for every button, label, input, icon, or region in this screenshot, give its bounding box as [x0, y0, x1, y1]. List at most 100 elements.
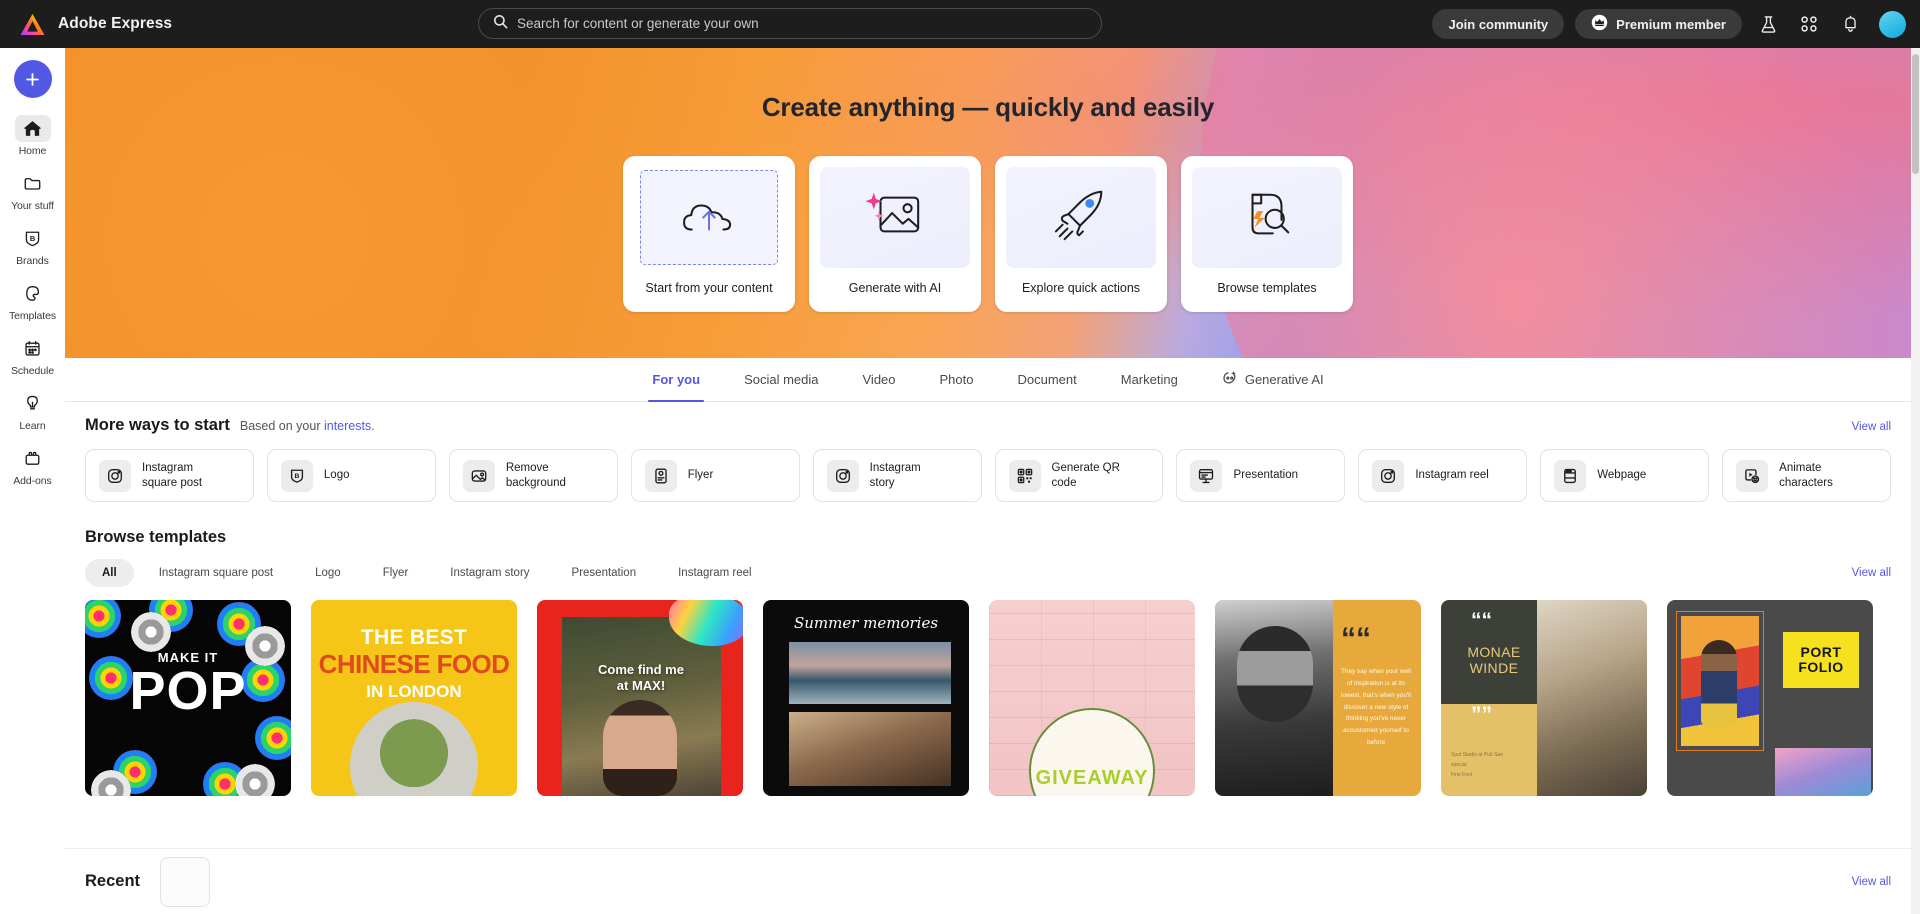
- search-input-placeholder[interactable]: Search for content or generate your own: [517, 16, 759, 31]
- chip-instagram-square-post[interactable]: Instagram square post: [85, 449, 254, 502]
- sidebar-item-learn[interactable]: Learn: [3, 386, 63, 441]
- template-card-giveaway[interactable]: ✦ GIVEAWAY: [989, 600, 1195, 796]
- template-caption: Come find me at MAX!: [598, 662, 684, 694]
- lightbulb-icon: [15, 390, 51, 417]
- filter-pill-presentation[interactable]: Presentation: [555, 559, 654, 587]
- template-quote: They say when your well of inspiration i…: [1341, 668, 1411, 747]
- presentation-icon: [1190, 459, 1223, 492]
- card-start-from-your-content[interactable]: Start from your content: [623, 156, 795, 312]
- sidebar-item-add-ons[interactable]: Add-ons: [3, 441, 63, 496]
- chip-flyer[interactable]: Flyer: [630, 449, 800, 502]
- recent-view-all[interactable]: View all: [1852, 876, 1891, 888]
- brand-shield-icon: B: [15, 225, 51, 252]
- sparkle-image-icon: [864, 187, 926, 248]
- tab-social-media[interactable]: Social media: [740, 358, 822, 402]
- sidebar-item-your-stuff[interactable]: Your stuff: [3, 166, 63, 221]
- quote-mark-close-icon: ””: [1471, 703, 1492, 726]
- template-filter-pills: All Instagram square post Logo Flyer Ins…: [65, 547, 1911, 587]
- filter-pill-instagram-story[interactable]: Instagram story: [433, 559, 546, 587]
- card-art: [1006, 167, 1156, 268]
- recent-section: Recent View all: [65, 848, 1911, 914]
- template-line-2: POP: [129, 661, 247, 721]
- person-art: [1237, 626, 1313, 722]
- chip-webpage[interactable]: Webpage: [1540, 449, 1710, 502]
- food-bowl-art: [350, 702, 478, 796]
- rocket-icon: [1051, 186, 1111, 249]
- chip-presentation[interactable]: Presentation: [1176, 449, 1346, 502]
- template-card-monae-winde[interactable]: ““ MONAE WINDE ”” Spot Studio at Pub San s…: [1441, 600, 1647, 796]
- chip-remove-background[interactable]: Remove background: [448, 449, 618, 502]
- chip-instagram-story[interactable]: Instagram story: [812, 449, 982, 502]
- page-scrollbar-thumb[interactable]: [1912, 54, 1919, 174]
- chip-instagram-reel[interactable]: Instagram reel: [1358, 449, 1528, 502]
- bell-icon[interactable]: [1835, 9, 1865, 39]
- filter-pill-logo[interactable]: Logo: [298, 559, 358, 587]
- tab-document[interactable]: Document: [1014, 358, 1081, 402]
- brand-area[interactable]: Adobe Express: [20, 13, 172, 36]
- browse-templates-title: Browse templates: [85, 528, 227, 546]
- template-card-summer-memories[interactable]: Summer memories: [763, 600, 969, 796]
- template-small-text: Spot Studio at Pub San special Fine Font: [1451, 752, 1503, 778]
- quote-mark-icon: ““: [1341, 622, 1371, 655]
- chip-label: Remove background: [505, 462, 566, 489]
- more-ways-view-all[interactable]: View all: [1852, 421, 1891, 433]
- folder-icon: [15, 170, 51, 197]
- template-card-portfolio[interactable]: PORT FOLIO: [1667, 600, 1873, 796]
- filter-pill-flyer[interactable]: Flyer: [366, 559, 426, 587]
- chip-generate-qr-code[interactable]: Generate QR code: [994, 449, 1164, 502]
- tab-marketing[interactable]: Marketing: [1117, 358, 1182, 402]
- adobe-express-logo-icon: [20, 13, 45, 36]
- sidebar-item-your-stuff-label: Your stuff: [11, 200, 54, 212]
- card-art: [634, 167, 784, 268]
- instagram-icon: [1372, 459, 1405, 492]
- apps-grid-icon[interactable]: [1794, 9, 1824, 39]
- sidebar-item-templates[interactable]: Templates: [3, 276, 63, 331]
- global-search-bar[interactable]: Search for content or generate your own: [478, 8, 1102, 39]
- premium-member-button[interactable]: Premium member: [1575, 9, 1742, 39]
- cloud-upload-icon: [640, 170, 778, 265]
- beaker-icon[interactable]: [1753, 9, 1783, 39]
- card-explore-quick-actions[interactable]: Explore quick actions: [995, 156, 1167, 312]
- tab-generative-ai[interactable]: Generative AI: [1218, 358, 1328, 402]
- main-content: More ways to start Based on your interes…: [65, 402, 1911, 914]
- more-ways-chip-list: Instagram square post B Logo Remove backgr…: [65, 435, 1911, 502]
- template-card-inspiration-quote[interactable]: ““ They say when your well of inspiratio…: [1215, 600, 1421, 796]
- template-line-1: THE BEST: [360, 626, 468, 649]
- sidebar-item-add-ons-label: Add-ons: [13, 475, 52, 487]
- filter-pill-instagram-reel[interactable]: Instagram reel: [661, 559, 769, 587]
- tab-photo[interactable]: Photo: [936, 358, 978, 402]
- template-card-come-find-me-at-max[interactable]: Come find me at MAX!: [537, 600, 743, 796]
- join-community-button[interactable]: Join community: [1432, 9, 1565, 39]
- sidebar-item-schedule-label: Schedule: [11, 365, 54, 377]
- sidebar-item-home[interactable]: Home: [3, 111, 63, 166]
- dinner-photo-art: [789, 712, 951, 786]
- tab-for-you[interactable]: For you: [648, 358, 704, 402]
- animate-characters-icon: [1736, 459, 1769, 492]
- browse-templates-view-all[interactable]: View all: [1852, 567, 1891, 579]
- more-ways-subtitle-text: Based on your: [239, 419, 324, 433]
- page-scrollbar-track[interactable]: [1911, 48, 1920, 914]
- chip-logo[interactable]: B Logo: [266, 449, 436, 502]
- card-label: Generate with AI: [848, 281, 942, 295]
- recent-item-thumbnail[interactable]: [160, 856, 211, 907]
- card-browse-templates[interactable]: Browse templates: [1181, 156, 1353, 312]
- chip-animate-characters[interactable]: Animate characters: [1722, 449, 1892, 502]
- create-new-button[interactable]: [13, 60, 52, 98]
- card-generate-with-ai[interactable]: Generate with AI: [809, 156, 981, 312]
- template-card-chinese-food[interactable]: THE BEST CHINESE FOOD IN LONDON: [311, 600, 517, 796]
- brand-shield-icon: B: [280, 459, 313, 492]
- beach-photo-art: [789, 642, 951, 704]
- more-ways-subtitle: Based on your interests.: [240, 419, 375, 433]
- user-avatar[interactable]: [1879, 10, 1906, 38]
- interests-link[interactable]: interests.: [324, 419, 375, 433]
- filter-pill-instagram-square-post[interactable]: Instagram square post: [142, 559, 290, 587]
- sidebar-item-brands[interactable]: B Brands: [3, 221, 63, 276]
- tab-video[interactable]: Video: [859, 358, 900, 402]
- card-label: Start from your content: [645, 281, 773, 295]
- sidebar-item-schedule[interactable]: Schedule: [3, 331, 63, 386]
- filter-pill-all[interactable]: All: [85, 559, 134, 587]
- person-art: [603, 700, 677, 796]
- webpage-icon: [1554, 459, 1587, 492]
- template-card-make-it-pop[interactable]: MAKE IT POP: [85, 600, 291, 796]
- category-tabs: For you Social media Video Photo Documen…: [65, 358, 1911, 402]
